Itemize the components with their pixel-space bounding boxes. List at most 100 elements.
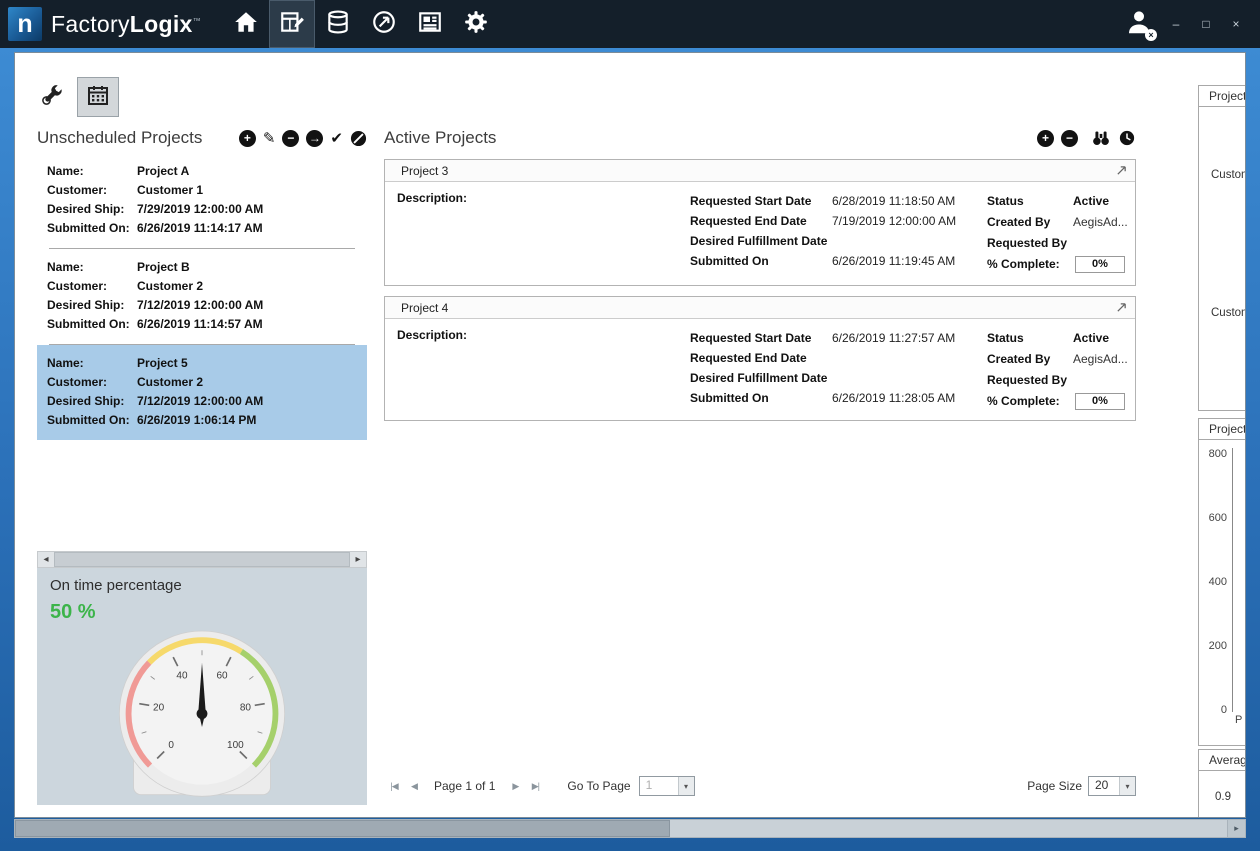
field-label: Submitted On: — [47, 315, 137, 334]
nav-settings-button[interactable] — [453, 0, 499, 48]
nav-reports-button[interactable] — [407, 0, 453, 48]
nav-scheduling-button[interactable] — [269, 0, 315, 48]
edit-project-icon[interactable]: ✎ — [263, 130, 276, 147]
y-axis-line — [1232, 448, 1233, 712]
percent-complete-field[interactable]: 0% — [1075, 256, 1125, 273]
active-title: Active Projects — [384, 128, 496, 148]
field-label: Requested Start Date — [690, 191, 832, 211]
expand-icon[interactable] — [1116, 302, 1127, 313]
field-label: Submitted On: — [47, 219, 137, 238]
field-label: Name: — [47, 162, 137, 181]
percent-complete-field[interactable]: 0% — [1075, 393, 1125, 410]
projects-by-customer-tab[interactable]: Projects B — [1198, 85, 1246, 107]
tab-scheduling[interactable] — [77, 77, 119, 117]
maximize-button[interactable]: □ — [1194, 12, 1218, 36]
card-header[interactable]: Project 4 — [385, 297, 1135, 319]
list-item-project-b[interactable]: Name:Project B Customer:Customer 2 Desir… — [37, 249, 367, 344]
binoculars-icon[interactable] — [1091, 129, 1111, 147]
page-indicator: Page 1 of 1 — [434, 779, 495, 793]
scrollbar-thumb[interactable] — [54, 552, 350, 567]
project-submitted-on: 6/26/2019 1:06:14 PM — [137, 411, 256, 430]
main-nav — [223, 0, 499, 48]
customer-label: Customer 2 — [1211, 307, 1246, 319]
active-header: Active Projects + − — [384, 125, 1136, 151]
submitted-on-value: 6/26/2019 11:28:05 AM — [832, 388, 955, 408]
field-label: Customer: — [47, 181, 137, 200]
first-page-button[interactable]: |◀ — [384, 778, 404, 794]
wrench-icon — [40, 83, 64, 112]
field-label: Status — [987, 328, 1073, 349]
nav-navigate-button[interactable] — [361, 0, 407, 48]
y-axis-tick: 800 — [1199, 448, 1227, 460]
requested-start-value: 6/26/2019 11:27:57 AM — [832, 328, 955, 348]
field-label: Desired Fulfillment Date — [690, 368, 832, 388]
scroll-right-icon[interactable]: ▸ — [1227, 820, 1245, 837]
projects-by-customer-panel: Customer 1 Customer 2 — [1198, 106, 1246, 411]
add-icon[interactable]: + — [1037, 130, 1054, 147]
minimize-button[interactable]: – — [1164, 12, 1188, 36]
remove-project-icon[interactable]: − — [282, 130, 299, 147]
remove-icon[interactable]: − — [1061, 130, 1078, 147]
list-item-project-5[interactable]: Name:Project 5 Customer:Customer 2 Desir… — [37, 345, 367, 440]
accept-icon[interactable]: ✔ — [330, 130, 343, 147]
last-page-button[interactable]: ▶| — [525, 778, 545, 794]
list-horizontal-scrollbar[interactable]: ◂ ▸ — [37, 551, 367, 568]
y-axis-tick: 0 — [1199, 704, 1227, 716]
tab-tools[interactable] — [31, 77, 73, 117]
projects-chart-tab[interactable]: Projects R — [1198, 418, 1246, 440]
chevron-down-icon[interactable]: ▾ — [678, 777, 694, 795]
requested-start-value: 6/28/2019 11:18:50 AM — [832, 191, 955, 211]
scroll-right-icon[interactable]: ▸ — [350, 554, 366, 565]
y-axis-tick: 600 — [1199, 512, 1227, 524]
nav-database-button[interactable] — [315, 0, 361, 48]
field-label: Requested By — [987, 370, 1073, 391]
add-project-icon[interactable]: + — [239, 130, 256, 147]
user-button[interactable]: × — [1120, 6, 1158, 42]
created-by-value: AegisAd... — [1073, 349, 1128, 370]
field-label: Desired Ship: — [47, 200, 137, 219]
gauge-chart: 0 20 40 60 80 100 — [93, 626, 311, 798]
field-label: Name: — [47, 354, 137, 373]
field-label: Requested Start Date — [690, 328, 832, 348]
field-label: Requested End Date — [690, 348, 832, 368]
card-status: StatusActive Created ByAegisAd... Reques… — [987, 328, 1132, 412]
gauge-tick-20: 20 — [153, 702, 165, 713]
page-size-value: 20 — [1089, 777, 1119, 795]
page-size-select[interactable]: 20 ▾ — [1088, 776, 1136, 796]
goto-page-select[interactable]: 1 ▾ — [639, 776, 695, 796]
brand-logix: Logix — [130, 11, 193, 37]
list-item-project-a[interactable]: Name:Project A Customer:Customer 1 Desir… — [37, 153, 367, 248]
schedule-project-icon[interactable]: → — [306, 130, 323, 147]
average-panel-tab[interactable]: Average T — [1198, 749, 1246, 771]
scrollbar-thumb[interactable] — [15, 820, 670, 837]
y-axis-tick: 200 — [1199, 640, 1227, 652]
factorylogix-logo-icon: n — [8, 7, 42, 41]
chevron-down-icon[interactable]: ▾ — [1119, 777, 1135, 795]
gauge-tick-100: 100 — [227, 740, 244, 751]
nav-home-button[interactable] — [223, 0, 269, 48]
previous-page-button[interactable]: ◀ — [404, 778, 424, 794]
close-button[interactable]: × — [1224, 12, 1248, 36]
field-label: Name: — [47, 258, 137, 277]
brand-factory: Factory — [51, 11, 130, 37]
gauge-tick-80: 80 — [240, 702, 252, 713]
card-body: Description: Requested Start Date6/26/20… — [385, 319, 1135, 412]
history-clock-icon[interactable] — [1118, 129, 1136, 147]
project-customer: Customer 2 — [137, 277, 203, 296]
card-header[interactable]: Project 3 — [385, 160, 1135, 182]
customer-label: Customer 1 — [1211, 169, 1246, 181]
window-horizontal-scrollbar[interactable]: ▸ — [14, 819, 1246, 838]
field-label: Customer: — [47, 373, 137, 392]
projects-chart-panel: 800 600 400 200 0 P — [1198, 439, 1246, 746]
project-submitted-on: 6/26/2019 11:14:57 AM — [137, 315, 263, 334]
expand-icon[interactable] — [1116, 165, 1127, 176]
status-value: Active — [1073, 191, 1109, 212]
cancel-icon[interactable] — [350, 130, 367, 147]
scroll-left-icon[interactable]: ◂ — [38, 554, 54, 565]
submitted-on-value: 6/26/2019 11:19:45 AM — [832, 251, 955, 271]
next-page-button[interactable]: ▶ — [505, 778, 525, 794]
home-icon — [233, 9, 259, 40]
requested-end-value: 7/19/2019 12:00:00 AM — [832, 211, 956, 231]
unscheduled-project-list: Name:Project A Customer:Customer 1 Desir… — [37, 153, 367, 551]
field-label: Desired Ship: — [47, 392, 137, 411]
